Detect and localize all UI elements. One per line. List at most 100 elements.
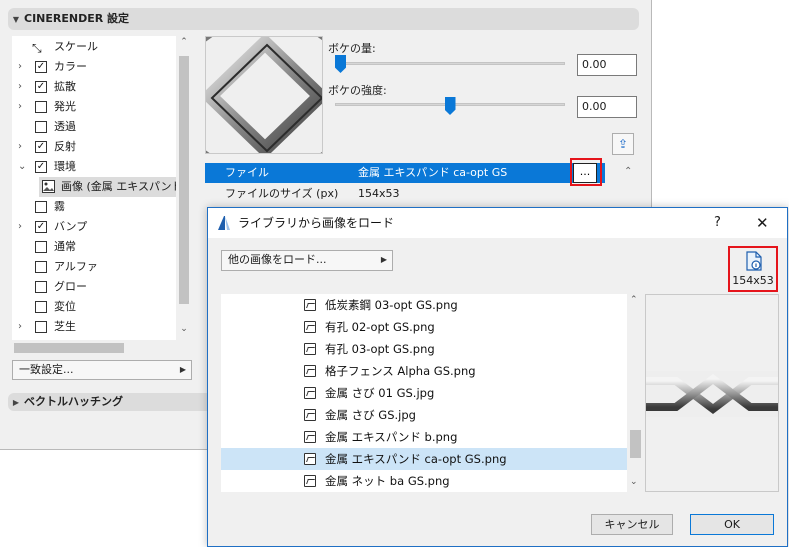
file-list-scrollbar[interactable]: ⌃ ⌄	[627, 294, 644, 492]
bokeh-amount-slider-thumb[interactable]	[335, 55, 346, 73]
expand-chevron-icon[interactable]: ›	[18, 217, 22, 237]
list-scroll-up-icon[interactable]: ⌃	[624, 166, 632, 177]
dialog-titlebar[interactable]: ライブラリから画像をロード ? ✕	[208, 208, 787, 238]
cancel-button[interactable]: キャンセル	[591, 514, 673, 535]
image-info-icon[interactable]	[743, 250, 765, 272]
tree-item-luminance[interactable]: › 発光	[12, 97, 182, 117]
archicad-logo-icon	[218, 216, 230, 230]
export-image-button[interactable]: ⇪	[612, 133, 634, 155]
list-item[interactable]: 有孔 03-opt GS.png	[221, 338, 627, 360]
tree-checkbox[interactable]: ✓	[35, 221, 47, 233]
bokeh-amount-input[interactable]: 0.00	[577, 54, 637, 76]
tree-item-fog[interactable]: 霧	[12, 197, 182, 217]
tree-item-reflection[interactable]: › ✓ 反射	[12, 137, 182, 157]
tree-checkbox[interactable]	[35, 321, 47, 333]
tree-item-bump[interactable]: › ✓ バンプ	[12, 217, 182, 237]
file-row[interactable]: ファイル 金属 エキスパンド ca-opt GS	[205, 163, 605, 183]
image-file-icon	[304, 475, 316, 487]
tree-scroll-thumb[interactable]	[179, 56, 189, 304]
bokeh-strength-slider-thumb[interactable]	[444, 97, 456, 115]
collapse-chevron-icon[interactable]: ⌄	[18, 157, 26, 177]
tree-item-scale[interactable]: ⤡ スケール	[12, 37, 182, 57]
file-size-value: 154x53	[358, 187, 400, 200]
tree-checkbox[interactable]	[35, 301, 47, 313]
scroll-up-icon[interactable]: ⌃	[630, 295, 638, 305]
tree-checkbox[interactable]: ✓	[35, 161, 47, 173]
tree-checkbox[interactable]: ✓	[35, 81, 47, 93]
tree-item-image[interactable]: 画像 (金属 エキスパンド c	[39, 177, 192, 197]
cinerender-header[interactable]: ▼ CINERENDER 設定	[8, 8, 639, 30]
tree-item-grass[interactable]: › 芝生	[12, 317, 182, 337]
list-item[interactable]: 金属 さび 01 GS.jpg	[221, 382, 627, 404]
image-icon	[42, 180, 55, 193]
image-file-icon	[304, 409, 316, 421]
texture-preview	[205, 36, 323, 154]
tree-item-environment[interactable]: ⌄ ✓ 環境	[12, 157, 182, 177]
image-size-text: 154x53	[732, 274, 774, 287]
tree-item-color[interactable]: › ✓ カラー	[12, 57, 182, 77]
tree-checkbox[interactable]	[35, 241, 47, 253]
image-file-icon	[304, 431, 316, 443]
tree-checkbox[interactable]: ✓	[35, 141, 47, 153]
cinerender-title: CINERENDER 設定	[24, 12, 130, 25]
dropdown-arrow-icon: ▶	[179, 365, 186, 374]
channel-tree: ⤡ スケール › ✓ カラー › ✓ 拡散 › 発光 透過 › ✓ 反射 ⌄ ✓…	[12, 36, 192, 340]
load-other-images-button[interactable]: 他の画像をロード... ▶	[221, 250, 393, 271]
image-file-icon	[304, 343, 316, 355]
list-item[interactable]: 金属 エキスパンド b.png	[221, 426, 627, 448]
file-size-row: ファイルのサイズ (px) 154x53	[205, 183, 605, 205]
tree-vertical-scrollbar[interactable]: ⌃ ⌄	[176, 36, 192, 340]
tree-item-glow[interactable]: グロー	[12, 277, 182, 297]
expand-arrow-icon: ▶	[12, 398, 20, 407]
list-item[interactable]: 金属 ネット ba GS.png	[221, 470, 627, 492]
expand-chevron-icon[interactable]: ›	[18, 57, 22, 77]
close-button[interactable]: ✕	[756, 208, 769, 238]
list-item[interactable]: 有孔 02-opt GS.png	[221, 316, 627, 338]
image-size-info: 154x53	[728, 246, 778, 292]
tree-checkbox[interactable]	[35, 261, 47, 273]
tree-checkbox[interactable]	[35, 281, 47, 293]
dialog-image-preview	[645, 294, 779, 492]
file-size-label: ファイルのサイズ (px)	[225, 187, 339, 200]
dropdown-arrow-icon: ▶	[380, 255, 387, 264]
list-item-selected[interactable]: 金属 エキスパンド ca-opt GS.png	[221, 448, 627, 470]
highlight-box	[570, 158, 602, 186]
scale-arrows-icon: ⤡	[32, 41, 42, 55]
expanded-metal-texture-image	[206, 37, 322, 153]
tree-item-alpha[interactable]: アルファ	[12, 257, 182, 277]
expand-chevron-icon[interactable]: ›	[18, 97, 22, 117]
tree-checkbox[interactable]	[35, 201, 47, 213]
list-item[interactable]: 金属 さび GS.jpg	[221, 404, 627, 426]
load-image-dialog: ライブラリから画像をロード ? ✕ 他の画像をロード... ▶ 154x53 低…	[207, 207, 788, 547]
tree-checkbox[interactable]: ✓	[35, 61, 47, 73]
tree-item-normal[interactable]: 通常	[12, 237, 182, 257]
tree-horizontal-scrollbar[interactable]	[12, 340, 176, 356]
expand-chevron-icon[interactable]: ›	[18, 317, 22, 337]
image-file-icon	[304, 365, 316, 377]
expand-chevron-icon[interactable]: ›	[18, 137, 22, 157]
tree-checkbox[interactable]	[35, 121, 47, 133]
scroll-up-icon[interactable]: ⌃	[178, 37, 190, 47]
ok-button[interactable]: OK	[690, 514, 774, 535]
list-item[interactable]: 格子フェンス Alpha GS.png	[221, 360, 627, 382]
dialog-title: ライブラリから画像をロード	[238, 216, 395, 230]
tree-item-displacement[interactable]: 変位	[12, 297, 182, 317]
tree-checkbox[interactable]	[35, 101, 47, 113]
bokeh-amount-slider-track[interactable]	[335, 62, 565, 65]
scroll-down-icon[interactable]: ⌄	[178, 324, 190, 334]
file-list-scroll-thumb[interactable]	[630, 430, 641, 458]
expanded-metal-strip-image	[646, 371, 778, 417]
bokeh-strength-input[interactable]: 0.00	[577, 96, 637, 118]
image-file-icon	[304, 453, 316, 465]
tree-item-diffuse[interactable]: › ✓ 拡散	[12, 77, 182, 97]
expand-chevron-icon[interactable]: ›	[18, 77, 22, 97]
collapse-arrow-icon: ▼	[12, 15, 20, 24]
list-item[interactable]: 低炭素鋼 03-opt GS.png	[221, 294, 627, 316]
scroll-down-icon[interactable]: ⌄	[630, 477, 638, 487]
help-button[interactable]: ?	[714, 208, 721, 238]
export-icon: ⇪	[617, 137, 629, 151]
file-value: 金属 エキスパンド ca-opt GS	[358, 166, 508, 179]
tree-hscroll-thumb[interactable]	[14, 343, 124, 353]
preset-dropdown[interactable]: 一致設定... ▶	[12, 360, 192, 380]
tree-item-transparency[interactable]: 透過	[12, 117, 182, 137]
